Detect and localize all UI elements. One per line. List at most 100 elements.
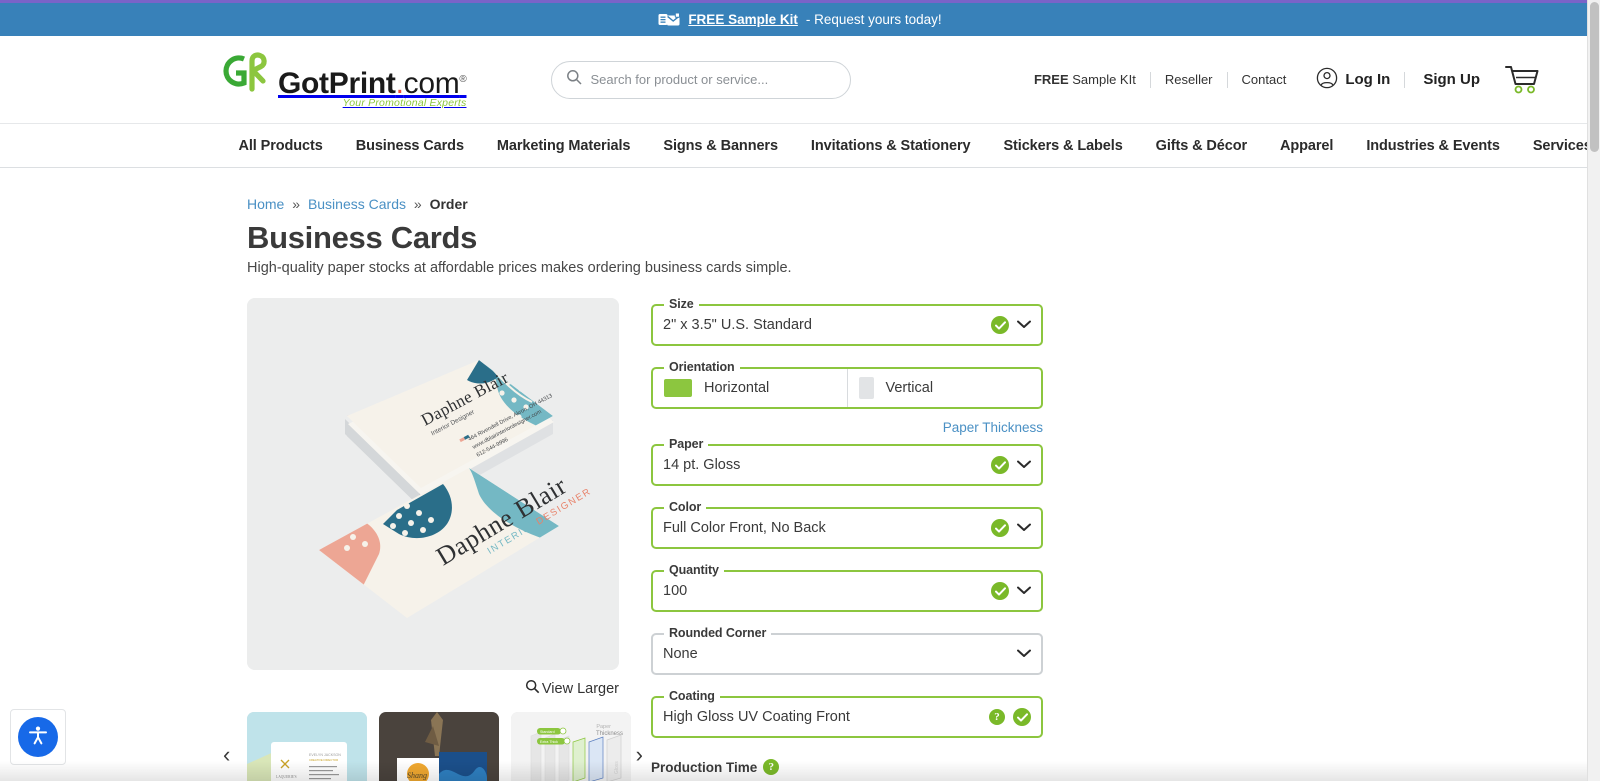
coating-select[interactable]: Coating High Gloss UV Coating Front ? [651, 689, 1043, 738]
page-scrollbar[interactable] [1587, 0, 1600, 781]
quantity-value: 100 [663, 583, 688, 599]
search-input[interactable] [590, 72, 836, 87]
view-larger-button[interactable]: View Larger [247, 679, 619, 698]
header-link-contact[interactable]: Contact [1228, 72, 1301, 87]
svg-text:Extra Thick: Extra Thick [540, 740, 558, 744]
rounded-corner-value: None [663, 646, 698, 662]
orientation-horizontal-label: Horizontal [704, 380, 770, 396]
rounded-corner-label: Rounded Corner [664, 626, 772, 640]
nav-item-apparel[interactable]: Apparel [1264, 138, 1350, 154]
login-button[interactable]: Log In [1300, 67, 1404, 93]
scrollbar-thumb[interactable] [1590, 2, 1599, 152]
magnifier-icon [525, 679, 540, 698]
search-container [550, 60, 851, 99]
page-root: FREE Sample Kit - Request yours today! G… [0, 0, 1600, 781]
page-subtitle: High-quality paper stocks at affordable … [247, 260, 792, 276]
login-label: Log In [1345, 71, 1391, 88]
svg-text:Shang: Shang [407, 771, 427, 780]
logo-registered-mark: ® [459, 73, 467, 85]
coating-value: High Gloss UV Coating Front [663, 709, 850, 725]
chevron-down-icon [1017, 456, 1031, 474]
chevron-down-icon [1017, 316, 1031, 334]
production-time-label-row: Production Time ? [651, 759, 1043, 775]
breadcrumb-separator: » [292, 196, 301, 212]
svg-text:CREATIVE DIRECTOR: CREATIVE DIRECTOR [309, 758, 338, 762]
check-icon [991, 582, 1009, 600]
chevron-right-icon[interactable]: › [636, 742, 643, 768]
nav-item-business-cards[interactable]: Business Cards [339, 138, 480, 154]
help-icon[interactable]: ? [763, 759, 780, 775]
size-value: 2" x 3.5" U.S. Standard [663, 317, 812, 333]
product-gallery: Daphne Blair Interior Designer 464 Riven… [223, 298, 643, 781]
color-value: Full Color Front, No Back [663, 520, 826, 536]
orientation-option-horizontal[interactable]: Horizontal [653, 369, 847, 407]
breadcrumb: Home » Business Cards » Order [247, 196, 1365, 212]
size-select[interactable]: Size 2" x 3.5" U.S. Standard [651, 297, 1043, 346]
gotprint-logo-mark [222, 51, 274, 97]
header-utility-links: FREE Sample KIt Reseller Contact Log In … [1020, 64, 1540, 96]
nav-item-invitations-stationery[interactable]: Invitations & Stationery [794, 138, 987, 154]
search-box[interactable] [550, 60, 851, 99]
production-time-label: Production Time [651, 759, 758, 775]
orientation-label: Orientation [664, 360, 740, 374]
chevron-down-icon [1017, 582, 1031, 600]
nav-item-signs-banners[interactable]: Signs & Banners [647, 138, 795, 154]
paper-value: 14 pt. Gloss [663, 457, 741, 473]
svg-text:Thickness: Thickness [596, 731, 623, 737]
orientation-group: Orientation Horizontal Vertical [651, 360, 1043, 409]
header-link-sample-kit-bold: FREE [1033, 72, 1069, 87]
hero-product-image[interactable]: Daphne Blair Interior Designer 464 Riven… [247, 298, 619, 670]
accessibility-person-icon [26, 723, 50, 752]
color-label: Color [664, 500, 707, 514]
vertical-swatch-icon [858, 377, 874, 399]
svg-text:Standard: Standard [540, 730, 555, 734]
header-link-reseller[interactable]: Reseller [1151, 72, 1227, 87]
help-icon[interactable]: ? [989, 709, 1005, 725]
rounded-corner-select[interactable]: Rounded Corner None [651, 626, 1043, 675]
svg-text:Gloss: Gloss [614, 761, 620, 774]
breadcrumb-business-cards[interactable]: Business Cards [308, 196, 406, 212]
breadcrumb-home[interactable]: Home [247, 196, 284, 212]
nav-item-stickers-labels[interactable]: Stickers & Labels [987, 138, 1139, 154]
user-circle-icon [1316, 67, 1338, 93]
breadcrumb-separator: » [413, 196, 422, 212]
nav-item-gifts-decor[interactable]: Gifts & Décor [1139, 138, 1263, 154]
view-larger-label: View Larger [541, 680, 619, 697]
thumbnail-1[interactable]: LAQUERIE'S EVELYN JACKSON CREATIVE DIREC… [247, 712, 367, 781]
thumbnail-3[interactable]: Paper Thickness Standard Extra Thick Glo… [511, 712, 631, 781]
orientation-option-vertical[interactable]: Vertical [846, 369, 1042, 407]
check-icon [1013, 708, 1031, 726]
primary-nav: All Products Business Cards Marketing Ma… [0, 123, 1600, 168]
search-icon [566, 69, 582, 90]
promo-sample-kit-link[interactable]: FREE Sample Kit [688, 12, 798, 27]
svg-text:EVELYN JACKSON: EVELYN JACKSON [309, 753, 341, 757]
shopping-cart-icon[interactable] [1504, 64, 1540, 96]
product-options-panel: Size 2" x 3.5" U.S. Standard Orientation… [651, 297, 1043, 781]
coating-label: Coating [664, 689, 720, 703]
header-link-sample-kit[interactable]: FREE Sample KIt [1020, 72, 1150, 87]
accessibility-widget[interactable] [18, 717, 58, 757]
site-logo[interactable]: GotPrint.com® Your Promotional Experts [222, 51, 467, 109]
horizontal-swatch-icon [664, 379, 692, 397]
site-header: GotPrint.com® Your Promotional Experts F… [0, 36, 1600, 123]
thumbnail-2[interactable]: Shang ASSOCIATES MARQUEE [379, 712, 499, 781]
quantity-select[interactable]: Quantity 100 [651, 563, 1043, 612]
signup-button[interactable]: Sign Up [1405, 71, 1498, 88]
main-content: Home » Business Cards » Order Business C… [0, 168, 1600, 781]
quantity-label: Quantity [664, 563, 724, 577]
nav-item-all-products[interactable]: All Products [222, 138, 339, 154]
check-icon [991, 316, 1009, 334]
orientation-vertical-label: Vertical [885, 380, 934, 396]
paper-thickness-link[interactable]: Paper Thickness [651, 420, 1043, 435]
mail-sample-icon [658, 12, 681, 28]
paper-select[interactable]: Paper 14 pt. Gloss [651, 437, 1043, 486]
promo-banner: FREE Sample Kit - Request yours today! [0, 3, 1600, 36]
check-icon [991, 456, 1009, 474]
color-select[interactable]: Color Full Color Front, No Back [651, 500, 1043, 549]
nav-item-marketing-materials[interactable]: Marketing Materials [480, 138, 646, 154]
size-label: Size [664, 297, 699, 311]
nav-item-industries-events[interactable]: Industries & Events [1350, 138, 1516, 154]
chevron-left-icon[interactable]: ‹ [223, 742, 230, 768]
header-link-sample-kit-rest: Sample KIt [1068, 72, 1136, 87]
chevron-down-icon [1017, 645, 1031, 663]
